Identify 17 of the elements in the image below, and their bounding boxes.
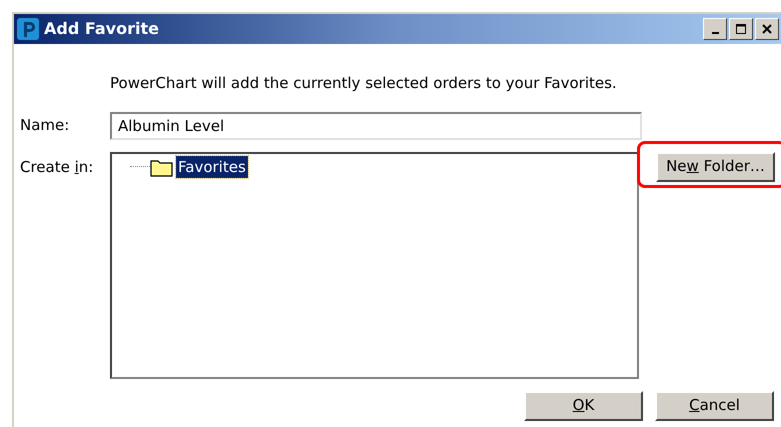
tree-item[interactable]: Favorites	[176, 156, 248, 178]
minimize-button[interactable]	[703, 18, 727, 40]
app-icon	[16, 17, 40, 41]
name-field[interactable]: Albumin Level	[110, 112, 642, 140]
create-in-label: Create in:	[19, 156, 94, 178]
close-button[interactable]	[755, 18, 779, 40]
folder-tree[interactable]: Favorites	[110, 152, 639, 378]
maximize-button[interactable]	[729, 18, 753, 40]
dialog-button[interactable]: OK	[524, 390, 643, 420]
dialog-button[interactable]: Cancel	[655, 390, 774, 420]
window-title: Add Favorite	[44, 18, 160, 40]
new-folder-button[interactable]: New Folder…	[656, 152, 775, 182]
close-icon	[762, 24, 772, 34]
message-text: PowerChart will add the currently selected orders to your Favorites.	[110, 73, 618, 94]
name-label: Name:	[19, 115, 70, 136]
minimize-icon	[712, 32, 718, 34]
maximize-icon	[736, 24, 746, 34]
